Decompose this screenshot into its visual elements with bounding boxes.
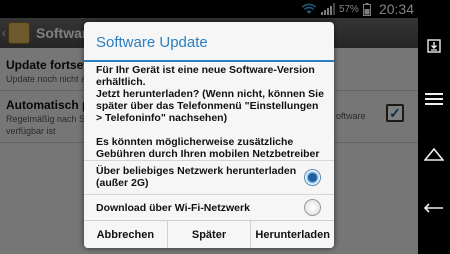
message-line: Für Ihr Gerät ist eine neue Software-Ver… [96, 64, 324, 124]
option-label: Download über Wi-Fi-Netzwerk [96, 202, 250, 214]
option-wifi-only[interactable]: Download über Wi-Fi-Netzwerk [84, 194, 334, 220]
later-button[interactable]: Später [167, 221, 252, 248]
option-label: Über beliebiges Netzwerk herunterladen (a… [96, 165, 297, 189]
message-line: Es könnten möglicherweise zusätzliche Ge… [96, 136, 320, 160]
software-update-dialog: Software Update Für Ihr Gerät ist eine n… [84, 22, 334, 248]
radio-selected-icon[interactable] [304, 169, 321, 186]
title-divider [84, 60, 334, 62]
notifications-icon[interactable] [418, 30, 450, 62]
dialog-title: Software Update [96, 34, 208, 51]
home-icon[interactable] [418, 138, 450, 170]
cancel-button[interactable]: Abbrechen [84, 221, 168, 248]
radio-unselected-icon[interactable] [304, 199, 321, 216]
download-button[interactable]: Herunterladen [251, 221, 334, 248]
menu-icon[interactable] [418, 83, 450, 115]
back-icon[interactable] [418, 192, 450, 224]
option-any-network[interactable]: Über beliebiges Netzwerk herunterladen (a… [84, 160, 334, 194]
navigation-bar [418, 0, 450, 254]
dialog-button-bar: Abbrechen Später Herunterladen [84, 220, 334, 248]
